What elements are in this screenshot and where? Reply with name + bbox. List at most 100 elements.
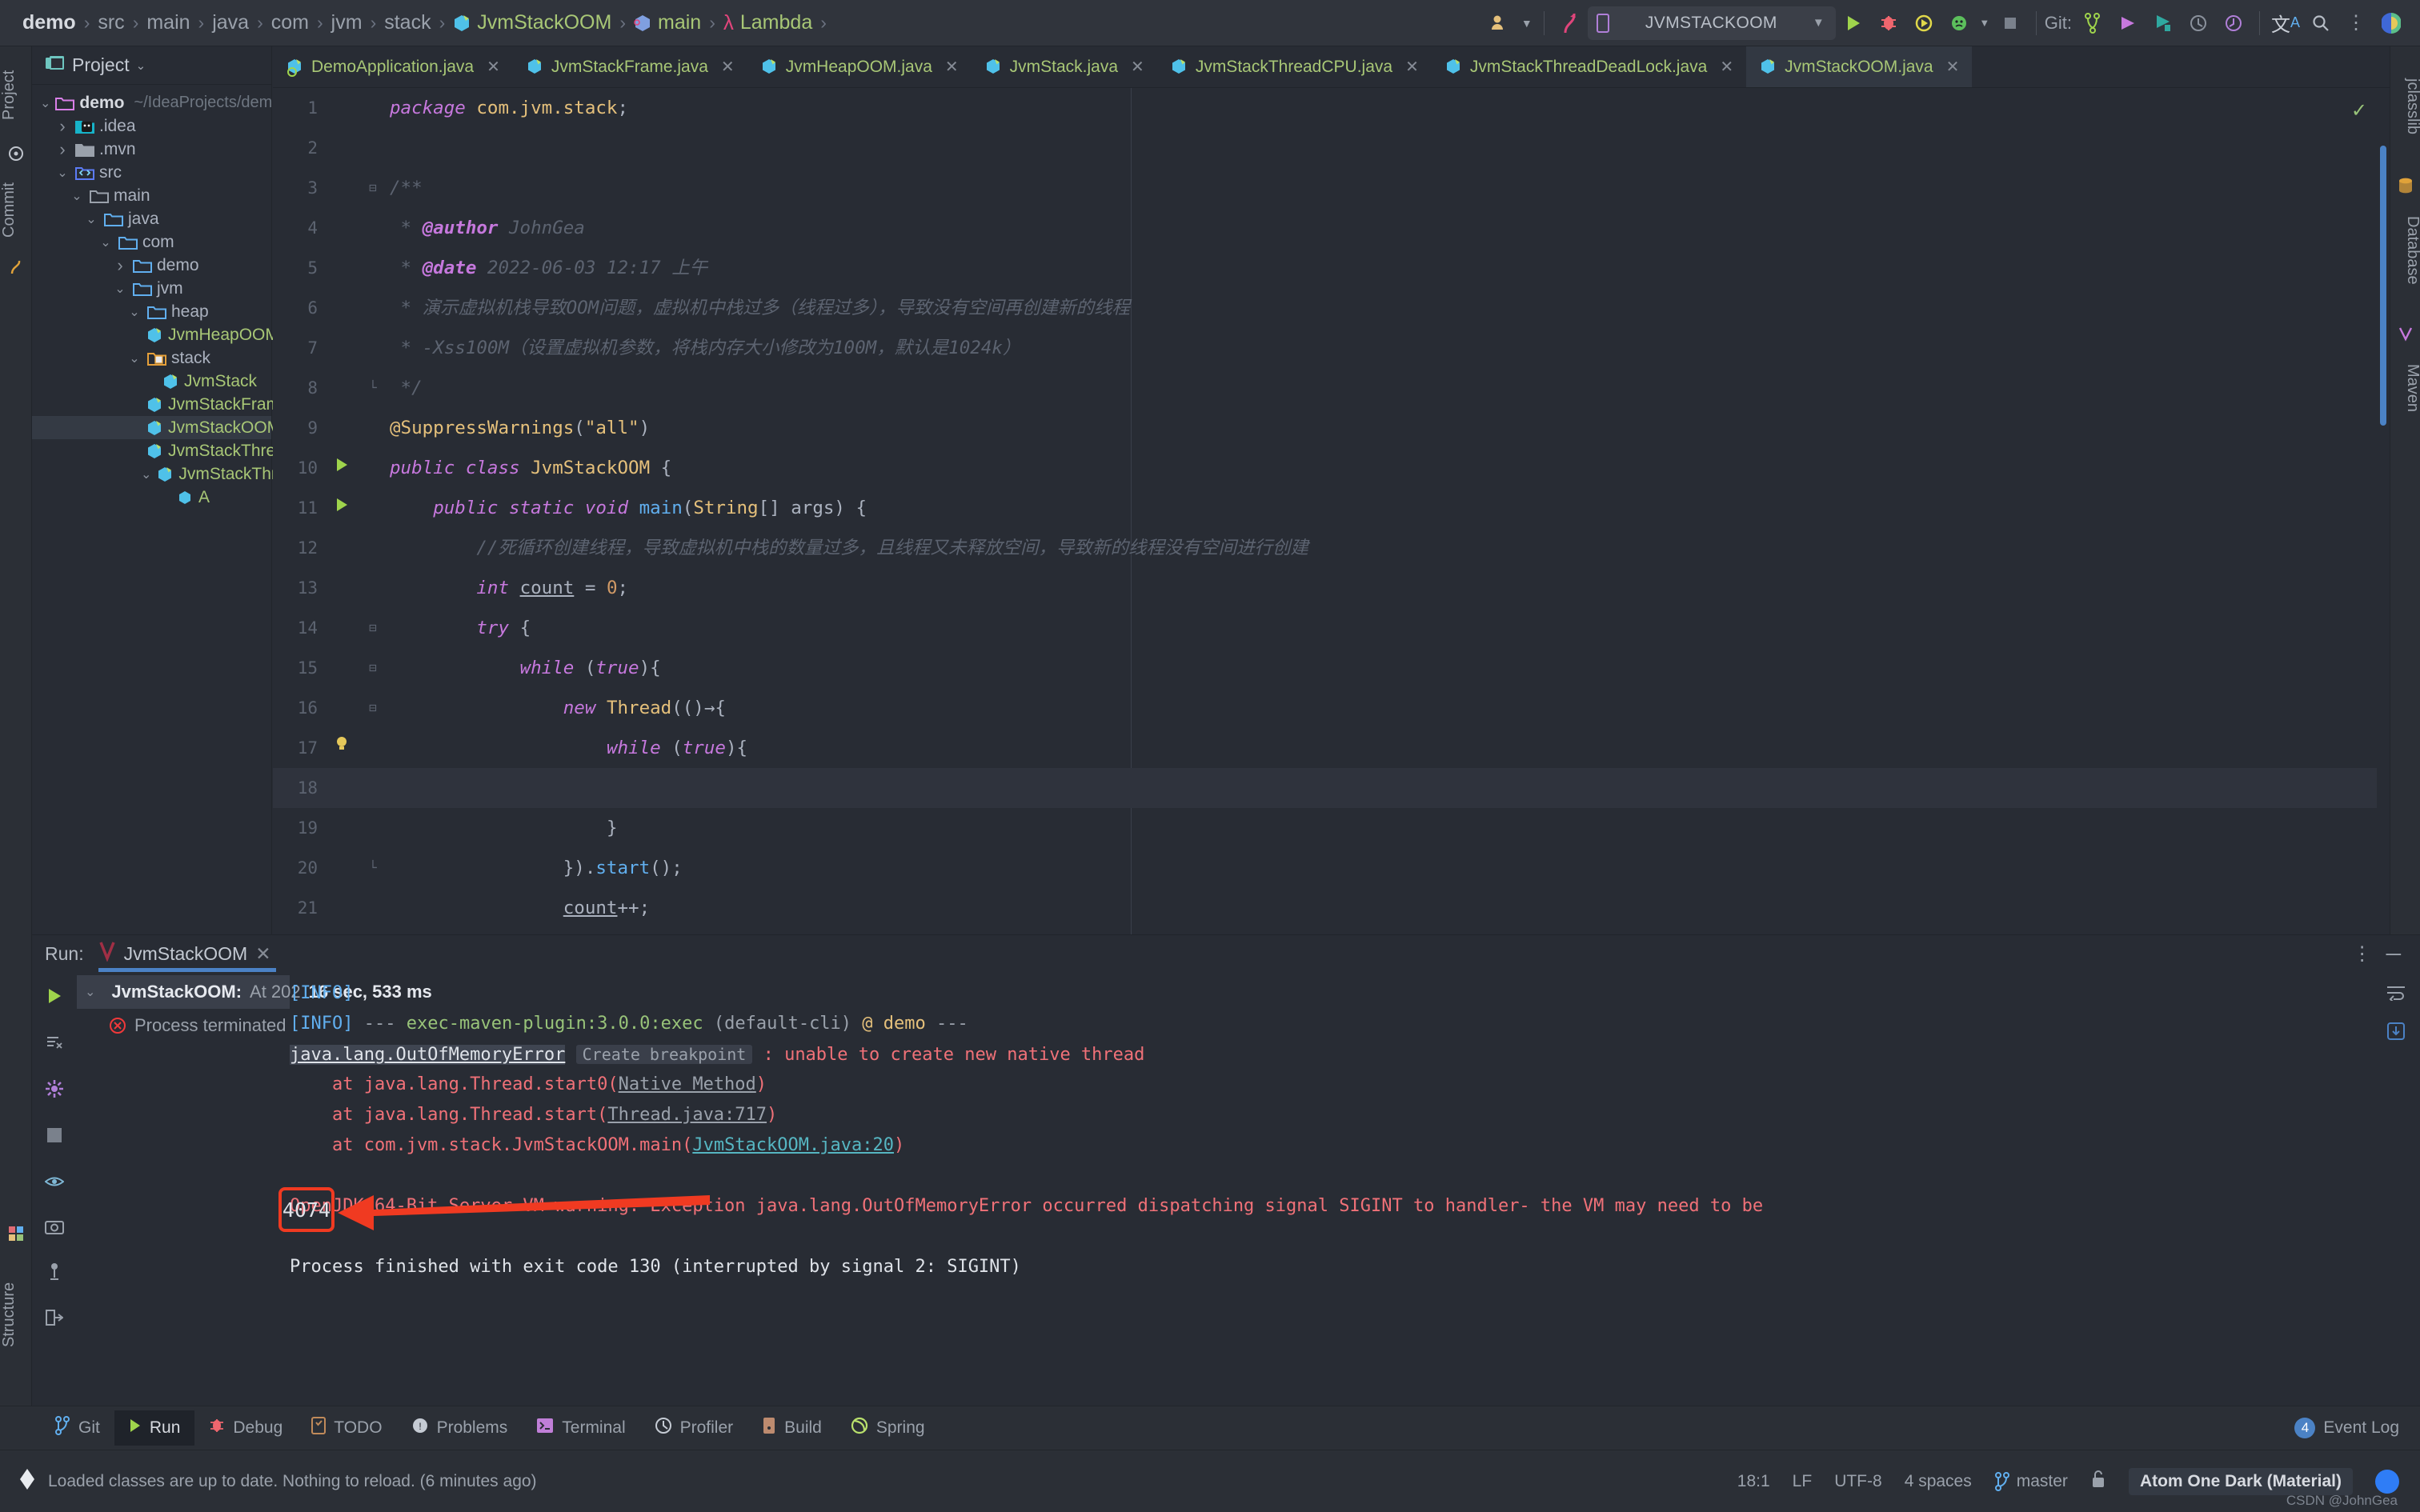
theme-selector[interactable]: Atom One Dark (Material) bbox=[2129, 1468, 2353, 1495]
breadcrumb-item-stack[interactable]: stack bbox=[381, 11, 434, 34]
git-update-icon[interactable] bbox=[2146, 6, 2181, 41]
chevron-right-icon[interactable]: › bbox=[112, 255, 128, 276]
tree-node-stack[interactable]: ⌄stack bbox=[32, 346, 271, 370]
minimize-icon[interactable]: ─ bbox=[2386, 942, 2401, 966]
tree-node--idea[interactable]: ›.idea bbox=[32, 114, 271, 138]
close-icon[interactable]: ✕ bbox=[721, 57, 735, 77]
breadcrumb-item-lambda[interactable]: λLambda bbox=[720, 10, 815, 35]
fold-marker[interactable]: └ bbox=[363, 848, 383, 888]
close-icon[interactable]: ✕ bbox=[945, 57, 959, 77]
editor-tab-jvmstack[interactable]: JvmStack.java✕ bbox=[972, 46, 1157, 87]
breadcrumb-item-java[interactable]: java bbox=[209, 11, 252, 34]
rerun-icon[interactable] bbox=[43, 985, 66, 1007]
database-icon[interactable] bbox=[2394, 174, 2417, 197]
code-line-8[interactable]: 8└ */ bbox=[273, 368, 2390, 408]
chevron-right-icon[interactable]: › bbox=[54, 116, 70, 137]
run-gutter-icon[interactable] bbox=[5, 1222, 27, 1245]
run-gutter-icon-wrap[interactable] bbox=[321, 448, 363, 488]
project-tree[interactable]: ⌄demo~/IdeaProjects/demo›.idea›.mvn⌄src⌄… bbox=[32, 85, 271, 509]
rollback-icon[interactable] bbox=[2216, 6, 2251, 41]
intention-bulb-wrap[interactable] bbox=[321, 728, 363, 768]
tool-window-database[interactable]: Database bbox=[2390, 198, 2420, 302]
breadcrumb-item-jvmstackoom[interactable]: JvmStackOOM bbox=[450, 11, 615, 34]
bottom-tab-debug[interactable]: Debug bbox=[194, 1410, 297, 1446]
eye-icon[interactable] bbox=[43, 1170, 66, 1193]
scroll-to-end-icon[interactable] bbox=[2380, 1015, 2412, 1047]
code-line-9[interactable]: 9@SuppressWarnings("all") bbox=[273, 408, 2390, 448]
close-icon[interactable]: ✕ bbox=[255, 943, 270, 965]
run-configuration-selector[interactable]: JVMSTACKOOM ▼ bbox=[1588, 6, 1836, 40]
fold-marker[interactable]: ⊟ bbox=[363, 168, 383, 208]
close-icon[interactable]: ✕ bbox=[487, 57, 500, 77]
code-line-20[interactable]: 20└ }).start(); bbox=[273, 848, 2390, 888]
tree-node-jvmheapoom[interactable]: JvmHeapOOM bbox=[32, 323, 271, 346]
thread-dump-icon[interactable] bbox=[43, 1260, 66, 1282]
fold-marker[interactable]: ⊟ bbox=[363, 608, 383, 648]
breadcrumb-item-jvm[interactable]: jvm bbox=[328, 11, 366, 34]
code-line-11[interactable]: 11 public static void main(String[] args… bbox=[273, 488, 2390, 528]
editor-tab-demoapplication[interactable]: DemoApplication.java✕ bbox=[273, 46, 513, 87]
stack-link[interactable]: JvmStackOOM.java:20 bbox=[692, 1135, 894, 1155]
tree-node-src[interactable]: ⌄src bbox=[32, 161, 271, 184]
chevron-down-icon[interactable]: ⌄ bbox=[83, 211, 99, 227]
run-tree-row-1[interactable]: Process terminated bbox=[77, 1009, 290, 1042]
source-code[interactable]: 1package com.jvm.stack;23⊟/**4 * @author… bbox=[273, 88, 2390, 928]
chevron-right-icon[interactable]: › bbox=[54, 139, 70, 160]
tree-node-jvm[interactable]: ⌄jvm bbox=[32, 277, 271, 300]
code-line-12[interactable]: 12 //死循环创建线程，导致虚拟机中栈的数量过多，且线程又未释放空间，导致新的… bbox=[273, 528, 2390, 568]
users-icon[interactable] bbox=[1483, 6, 1518, 41]
run-tab-jvmstackoom[interactable]: JvmStackOOM ✕ bbox=[95, 935, 279, 972]
history-icon[interactable] bbox=[2181, 6, 2216, 41]
soft-wrap-icon[interactable] bbox=[2380, 977, 2412, 1009]
tool-window-project[interactable]: Project bbox=[0, 51, 32, 139]
bottom-tab-spring[interactable]: Spring bbox=[836, 1410, 940, 1446]
bottom-tab-build[interactable]: Build bbox=[747, 1410, 836, 1446]
tool-window-structure[interactable]: Structure bbox=[0, 1246, 32, 1382]
fold-marker[interactable]: ⊟ bbox=[363, 688, 383, 728]
run-gutter-icon[interactable] bbox=[334, 497, 350, 513]
run-coverage-icon[interactable] bbox=[1906, 6, 1941, 41]
code-line-1[interactable]: 1package com.jvm.stack; bbox=[273, 88, 2390, 128]
fold-marker[interactable]: └ bbox=[363, 368, 383, 408]
code-line-16[interactable]: 16⊟ new Thread(()→{ bbox=[273, 688, 2390, 728]
code-line-15[interactable]: 15⊟ while (true){ bbox=[273, 648, 2390, 688]
commit-icon[interactable] bbox=[5, 142, 27, 165]
bottom-tab-git[interactable]: Git bbox=[40, 1410, 114, 1446]
code-line-10[interactable]: 10public class JvmStackOOM { bbox=[273, 448, 2390, 488]
intention-bulb-icon[interactable] bbox=[334, 735, 350, 753]
code-line-17[interactable]: 17 while (true){ bbox=[273, 728, 2390, 768]
more-icon[interactable]: ⋮ bbox=[2353, 942, 2372, 966]
lock-icon[interactable] bbox=[2090, 1470, 2106, 1494]
run-tree-row-0[interactable]: ⌄JvmStackOOM:At 20216 sec, 533 ms bbox=[77, 975, 290, 1009]
breadcrumb-item-main[interactable]: main bbox=[143, 11, 193, 34]
event-log-area[interactable]: 4Event Log bbox=[2294, 1418, 2420, 1438]
bottom-tab-todo[interactable]: TODO bbox=[297, 1410, 396, 1446]
chevron-down-icon[interactable]: ⌄ bbox=[69, 188, 85, 204]
tree-node-jvmstackthreaddeadloc[interactable]: ⌄JvmStackThreadDeadLoc bbox=[32, 462, 271, 486]
close-icon[interactable]: ✕ bbox=[1720, 57, 1733, 77]
code-line-4[interactable]: 4 * @author JohnGea bbox=[273, 208, 2390, 248]
stack-link[interactable]: Native Method bbox=[619, 1074, 756, 1094]
code-line-5[interactable]: 5 * @date 2022-06-03 12:17 上午 bbox=[273, 248, 2390, 288]
tree-node-demo[interactable]: ›demo bbox=[32, 254, 271, 277]
tree-node--mvn[interactable]: ›.mvn bbox=[32, 138, 271, 161]
branch-small-icon[interactable] bbox=[5, 256, 27, 278]
code-line-6[interactable]: 6 * 演示虚拟机栈导致OOM问题，虚拟机中栈过多（线程过多），导致没有空间再创… bbox=[273, 288, 2390, 328]
chevron-down-icon[interactable]: ⌄ bbox=[126, 350, 142, 366]
tree-node-heap[interactable]: ⌄heap bbox=[32, 300, 271, 323]
editor-scrollbar[interactable] bbox=[2377, 130, 2390, 934]
tool-window-jclasslib[interactable]: jclasslib bbox=[2390, 54, 2420, 158]
chevron-down-icon[interactable]: ⌄ bbox=[85, 984, 95, 1000]
close-icon[interactable]: ✕ bbox=[1405, 57, 1419, 77]
editor-tab-jvmstackthreadcpu[interactable]: JvmStackThreadCPU.java✕ bbox=[1157, 46, 1432, 87]
translate-icon[interactable]: 文A bbox=[2268, 6, 2303, 41]
bottom-tab-problems[interactable]: !Problems bbox=[397, 1410, 523, 1446]
git-push-icon[interactable] bbox=[2110, 6, 2146, 41]
chevron-down-icon[interactable]: ⌄ bbox=[98, 234, 114, 250]
stop-icon[interactable] bbox=[1993, 6, 2028, 41]
tree-node-jvmstackthreadcpu[interactable]: JvmStackThreadCPU bbox=[32, 439, 271, 462]
chevron-down-icon[interactable]: ⌄ bbox=[112, 281, 128, 297]
chevron-down-icon[interactable]: ⌄ bbox=[126, 304, 142, 320]
editor-tab-jvmstackframe[interactable]: JvmStackFrame.java✕ bbox=[513, 46, 747, 87]
run-result-tree[interactable]: ⌄JvmStackOOM:At 20216 sec, 533 msProcess… bbox=[77, 972, 290, 1425]
